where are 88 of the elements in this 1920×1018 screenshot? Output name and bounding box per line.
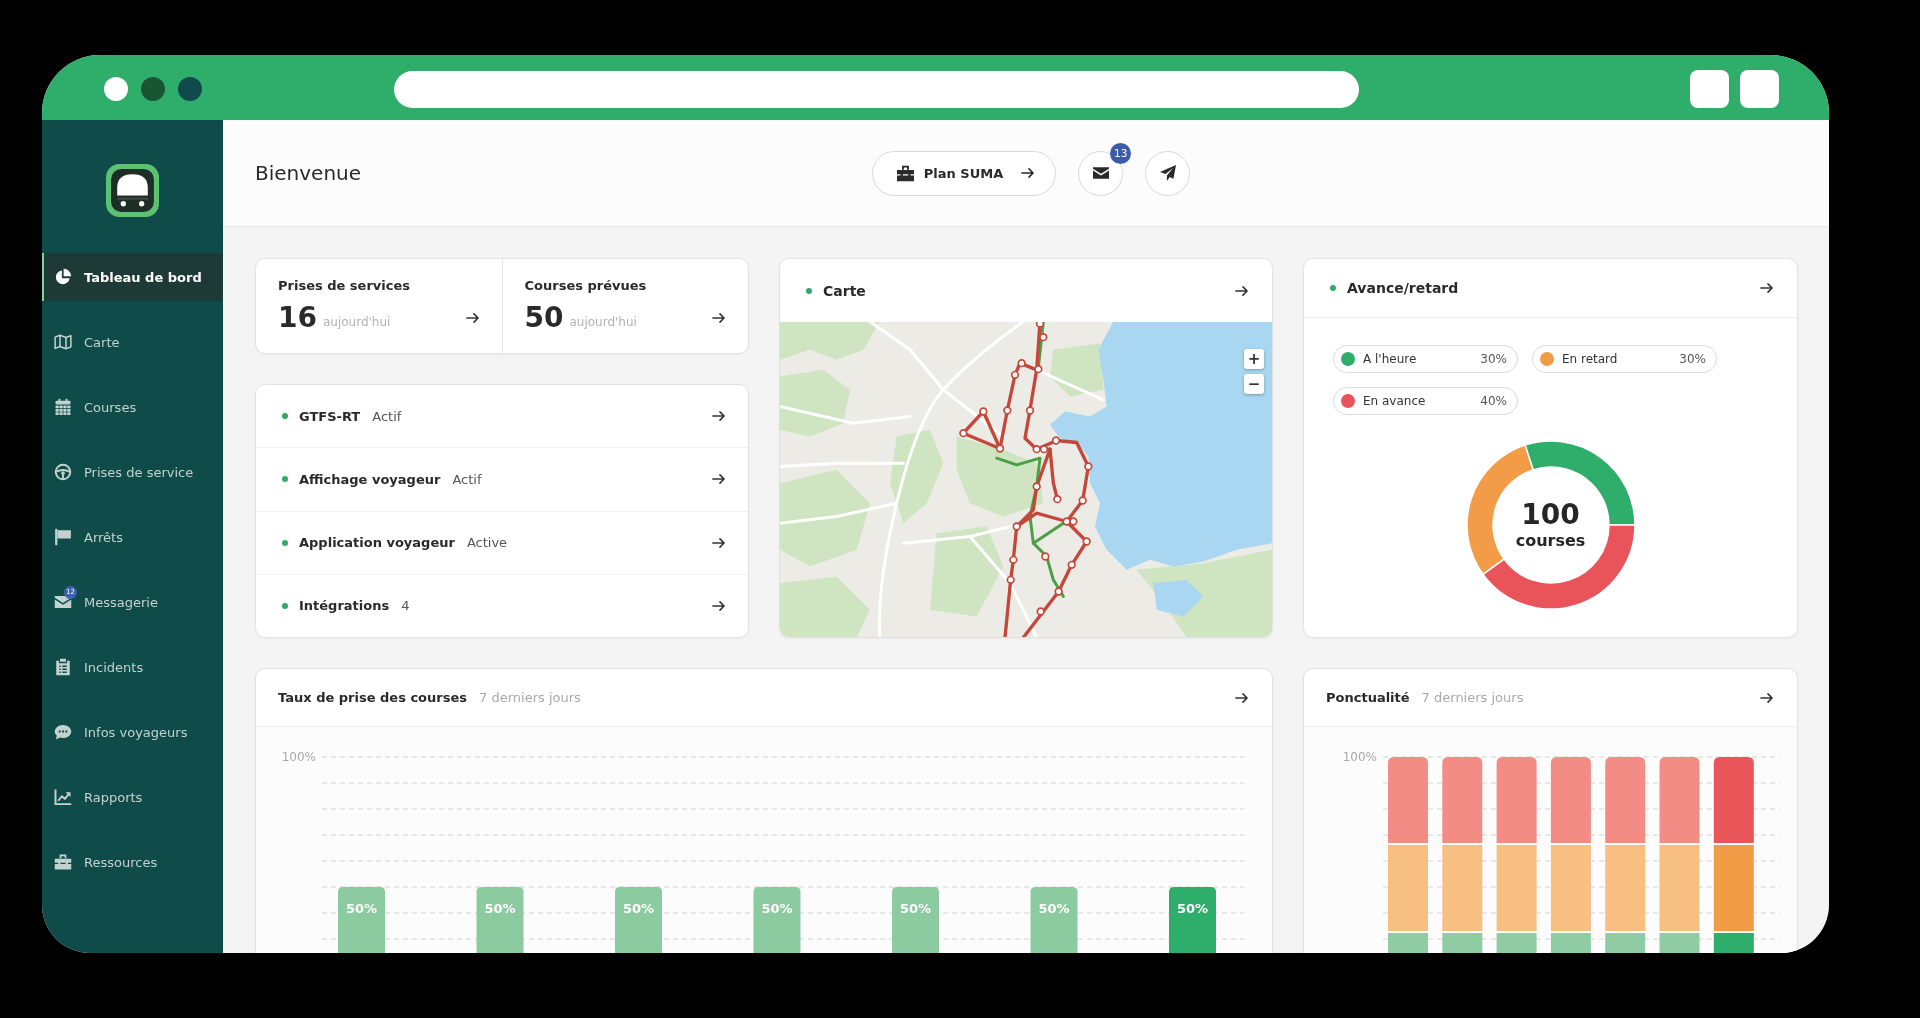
card-title: Taux de prise des courses (278, 690, 467, 705)
clipboard-icon (54, 658, 72, 676)
sidebar-item[interactable]: Prises de service (42, 448, 223, 496)
legend-label: En retard (1562, 352, 1618, 366)
stat-title: Courses prévues (524, 278, 648, 293)
bar-value-label: 50% (622, 901, 655, 916)
bar-value-label: 50% (484, 901, 516, 916)
bullet-icon (1330, 285, 1336, 291)
service-name: Application voyageur (299, 535, 455, 551)
sidebar-item[interactable]: Tableau de bord (42, 253, 223, 301)
chat-icon (54, 723, 72, 741)
legend-value: 30% (1679, 352, 1706, 366)
status-dot-icon (282, 602, 288, 609)
sidebar-item[interactable]: Rapports (42, 773, 223, 821)
window-control-icon[interactable] (178, 77, 202, 101)
bar-value-label: 50% (761, 901, 793, 916)
arrow-right-icon[interactable] (712, 474, 725, 485)
bar-value-label: 50% (345, 901, 378, 916)
arrow-right-icon[interactable] (465, 312, 479, 323)
card-subtitle: 7 derniers jours (1421, 690, 1524, 705)
legend-value: 30% (1480, 352, 1507, 366)
plan-button[interactable]: Plan SUMA (871, 150, 1057, 196)
arrow-right-icon[interactable] (712, 312, 725, 323)
service-name: Intégrations (299, 598, 390, 614)
sidebar-item[interactable]: Courses (42, 383, 223, 431)
sidebar-item[interactable]: Infos voyageurs (42, 708, 223, 756)
toolbox-icon (895, 164, 915, 182)
service-status: Actif (372, 408, 402, 424)
arrow-right-icon[interactable] (712, 411, 725, 422)
bar-value-label: 50% (1038, 901, 1070, 916)
arrow-right-icon (1021, 168, 1035, 178)
count-badge: 13 (1110, 142, 1132, 164)
bus-logo[interactable] (106, 164, 159, 217)
total-label: courses (1515, 531, 1586, 551)
toolbox-icon (54, 853, 72, 871)
pie-chart-icon (54, 268, 72, 286)
arrow-right-icon[interactable] (1235, 692, 1248, 703)
stat-unit: aujourd'hui (322, 315, 391, 329)
bullet-icon (806, 287, 812, 294)
bar-value-label: 50% (899, 901, 932, 916)
sidebar-item[interactable]: Incidents (42, 643, 223, 691)
service-status: 4 (401, 598, 410, 614)
mail-icon (1092, 167, 1109, 179)
card-subtitle: 7 derniers jours (479, 690, 581, 705)
window-control-icon[interactable] (104, 77, 128, 101)
arrow-right-icon[interactable] (1760, 692, 1773, 703)
service-status: Active (466, 535, 508, 551)
arrow-right-icon[interactable] (712, 537, 725, 548)
zoom-in-button[interactable]: + (1244, 349, 1264, 369)
card-title: Avance/retard (1347, 280, 1459, 296)
sidebar-item[interactable]: Carte (42, 318, 223, 366)
bar-value-label: 50% (1176, 901, 1209, 916)
status-dot-icon (282, 476, 288, 483)
service-name: GTFS-RT (299, 408, 361, 424)
map-icon (54, 333, 72, 351)
line-chart-icon (54, 788, 72, 806)
axis-label: 100% (281, 750, 316, 764)
toolbar-button[interactable] (1690, 70, 1729, 108)
arrow-right-icon[interactable] (1235, 285, 1248, 296)
service-status: Actif (452, 471, 482, 487)
stat-value: 16 (278, 301, 317, 334)
card-title: Carte (823, 282, 866, 299)
zoom-out-button[interactable]: − (1244, 374, 1264, 394)
mail-icon (54, 593, 72, 611)
legend-label: En avance (1363, 394, 1426, 408)
window-control-icon[interactable] (141, 77, 165, 101)
stat-value: 50 (524, 301, 564, 334)
paper-plane-icon (1159, 165, 1176, 181)
stat-title: Prises de services (278, 278, 412, 293)
status-dot-icon (282, 539, 288, 546)
page-title: Bienvenue (255, 161, 362, 185)
toolbar-button[interactable] (1740, 70, 1779, 108)
status-dot-icon (282, 413, 288, 420)
service-name: Affichage voyageur (299, 471, 441, 487)
total-value: 100 (1521, 499, 1580, 531)
axis-label: 100% (1342, 750, 1377, 764)
stat-unit: aujourd'hui (569, 315, 637, 329)
sidebar-item[interactable]: Arrêts (42, 513, 223, 561)
steering-wheel-icon (54, 463, 72, 481)
legend-label: A l'heure (1363, 352, 1417, 366)
arrow-right-icon[interactable] (712, 600, 725, 611)
legend-value: 40% (1480, 394, 1507, 408)
sidebar-item[interactable]: Ressources (42, 838, 223, 886)
calendar-icon (54, 398, 72, 416)
card-title: Ponctualité (1326, 690, 1410, 705)
flag-icon (54, 528, 72, 546)
address-bar[interactable] (394, 70, 1359, 108)
arrow-right-icon[interactable] (1760, 283, 1773, 293)
